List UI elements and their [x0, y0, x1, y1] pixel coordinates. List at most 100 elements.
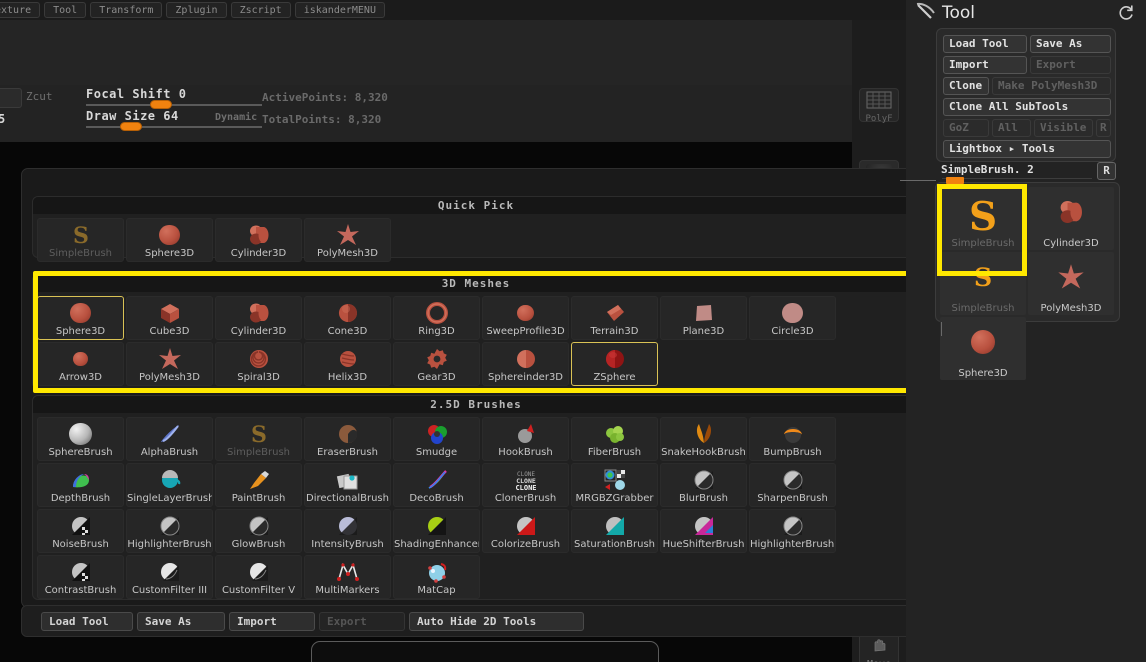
sphereinder-icon [513, 346, 539, 372]
tool-cell[interactable]: Sphereinder3D [482, 342, 569, 386]
bottom-auto-hide-2d-tools-button[interactable]: Auto Hide 2D Tools [409, 612, 584, 631]
tool-cell[interactable]: ColorizeBrush [482, 509, 569, 553]
hand-icon [874, 639, 886, 652]
tool-thumbnail[interactable]: S SimpleBrush [940, 187, 1026, 250]
menu-item-zscript[interactable]: Zscript [230, 2, 291, 18]
tool-thumbnail[interactable]: Sphere3D [940, 317, 1026, 380]
tool-cell[interactable]: GlowBrush [215, 509, 302, 553]
tool-cell[interactable]: Cube3D [126, 296, 213, 340]
menu-item-transform[interactable]: Transform [90, 2, 163, 18]
tool-cell[interactable]: PolyMesh3D [304, 218, 391, 262]
tool-cell[interactable]: IntensityBrush [304, 509, 391, 553]
tool-cell-label: Sphere3D [144, 248, 195, 259]
tool-cell[interactable]: HueShifterBrush [660, 509, 747, 553]
cloner-icon: CLONE CLONE CLONE [513, 467, 539, 493]
tool-cell[interactable]: Spiral3D [215, 342, 302, 386]
dynamic-label[interactable]: Dynamic [215, 112, 257, 123]
spiral-icon [246, 346, 272, 372]
tool-cell[interactable]: ShadingEnhancerBru [393, 509, 480, 553]
tool-cell[interactable]: Cylinder3D [215, 296, 302, 340]
section-3d-meshes: 3D Meshes Sphere3D Cube3D Cylinder3D Cone3D… [32, 274, 920, 389]
tool-cell[interactable]: ContrastBrush [37, 555, 124, 599]
tool-cell[interactable]: SweepProfile3D [482, 296, 569, 340]
tool-thumbnail[interactable]: S SimpleBrush [940, 252, 1026, 315]
tool-cell[interactable]: Helix3D [304, 342, 391, 386]
tool-cell-label: SimpleBrush [48, 248, 112, 259]
tool-cell[interactable]: DepthBrush [37, 463, 124, 507]
focal-shift-knob[interactable] [150, 100, 172, 109]
tool-cell[interactable]: DirectionalBrush [304, 463, 391, 507]
tool-cell[interactable]: Circle3D [749, 296, 836, 340]
gear-icon [424, 346, 450, 372]
tool-cell[interactable]: CLONE CLONE CLONE ClonerBrush [482, 463, 569, 507]
palette-import-button[interactable]: Import [943, 56, 1027, 74]
polyf-button[interactable]: PolyF [859, 88, 899, 124]
bottom-save-as-button[interactable]: Save As [137, 612, 225, 631]
tool-cell[interactable]: SaturationBrush [571, 509, 658, 553]
current-tool-r-button[interactable]: R [1097, 162, 1116, 180]
draw-size-knob[interactable] [120, 122, 142, 131]
tool-cell[interactable]: PolyMesh3D [126, 342, 213, 386]
palette-clone-all-subtools-button[interactable]: Clone All SubTools [943, 98, 1111, 116]
tool-cell[interactable]: ZSphere [571, 342, 658, 386]
tool-cell[interactable]: NoiseBrush [37, 509, 124, 553]
tool-cell[interactable]: S SimpleBrush [215, 417, 302, 461]
tool-cell[interactable]: Terrain3D [571, 296, 658, 340]
tool-cell[interactable]: EraserBrush [304, 417, 391, 461]
bottom-load-tool-button[interactable]: Load Tool [41, 612, 133, 631]
tool-cell[interactable]: SingleLayerBrush [126, 463, 213, 507]
palette-export-button: Export [1030, 56, 1111, 74]
tool-cell[interactable]: SphereBrush [37, 417, 124, 461]
tool-cell[interactable]: SharpenBrush [749, 463, 836, 507]
current-tool-name: SimpleBrush. 2 [941, 163, 1034, 176]
zcut-label[interactable]: Zcut [26, 90, 53, 103]
tool-cell[interactable]: Sphere3D [37, 296, 124, 340]
tool-cell[interactable]: CustomFilter V [215, 555, 302, 599]
move-button[interactable]: Move [859, 633, 899, 662]
palette-lightbox-tools-button[interactable]: Lightbox ▸ Tools [943, 140, 1111, 158]
tool-cell[interactable]: MRGBZGrabber [571, 463, 658, 507]
tool-cell[interactable]: PaintBrush [215, 463, 302, 507]
palette-load-tool-button[interactable]: Load Tool [943, 35, 1027, 53]
tool-cell[interactable]: HookBrush [482, 417, 569, 461]
tool-cell[interactable]: Gear3D [393, 342, 480, 386]
tool-cell[interactable]: S SimpleBrush [37, 218, 124, 262]
tool-thumbnail[interactable]: Cylinder3D [1028, 187, 1114, 250]
tool-cell[interactable]: MultiMarkers [304, 555, 391, 599]
menu-item-tool[interactable]: Tool [44, 2, 87, 18]
tool-cell[interactable]: Ring3D [393, 296, 480, 340]
tool-thumbnail-label: SimpleBrush [951, 238, 1015, 249]
draw-size-track[interactable] [86, 126, 262, 128]
tool-cell[interactable]: Cylinder3D [215, 218, 302, 262]
tool-cell[interactable]: Arrow3D [37, 342, 124, 386]
tool-cell[interactable]: FiberBrush [571, 417, 658, 461]
tool-cell-label: CustomFilter V [221, 585, 296, 596]
tool-cell-label: Plane3D [682, 326, 725, 337]
tool-cell[interactable]: DecoBrush [393, 463, 480, 507]
tool-cell[interactable]: Cone3D [304, 296, 391, 340]
color-swatch[interactable] [0, 88, 22, 108]
bottom-import-button[interactable]: Import [229, 612, 315, 631]
tool-cell[interactable]: HighlighterBrush [126, 509, 213, 553]
refresh-icon[interactable] [1117, 4, 1135, 22]
tool-thumbnail[interactable]: PolyMesh3D [1028, 252, 1114, 315]
eraserbrush-icon [335, 421, 361, 447]
multimarkers-icon [335, 559, 361, 585]
tool-cell-label: ContrastBrush [44, 585, 117, 596]
tool-cell[interactable]: Smudge [393, 417, 480, 461]
palette-save-as-button[interactable]: Save As [1030, 35, 1111, 53]
tool-cell[interactable]: CustomFilter III [126, 555, 213, 599]
menu-item-iskandermenu[interactable]: iskanderMENU [294, 2, 385, 18]
tool-cell[interactable]: Plane3D [660, 296, 747, 340]
tool-cell[interactable]: Sphere3D [126, 218, 213, 262]
tool-cell[interactable]: MatCap [393, 555, 480, 599]
menu-item-zplugin[interactable]: Zplugin [166, 2, 227, 18]
menu-item-texture[interactable]: exture [0, 2, 41, 18]
tool-cell[interactable]: AlphaBrush [126, 417, 213, 461]
palette-clone-button[interactable]: Clone [943, 77, 989, 95]
tool-cell[interactable]: BumpBrush [749, 417, 836, 461]
tool-cell[interactable]: BlurBrush [660, 463, 747, 507]
tool-cell[interactable]: SnakeHookBrush [660, 417, 747, 461]
tool-cell[interactable]: HighlighterBrushII [749, 509, 836, 553]
focal-shift-track[interactable] [86, 104, 262, 106]
